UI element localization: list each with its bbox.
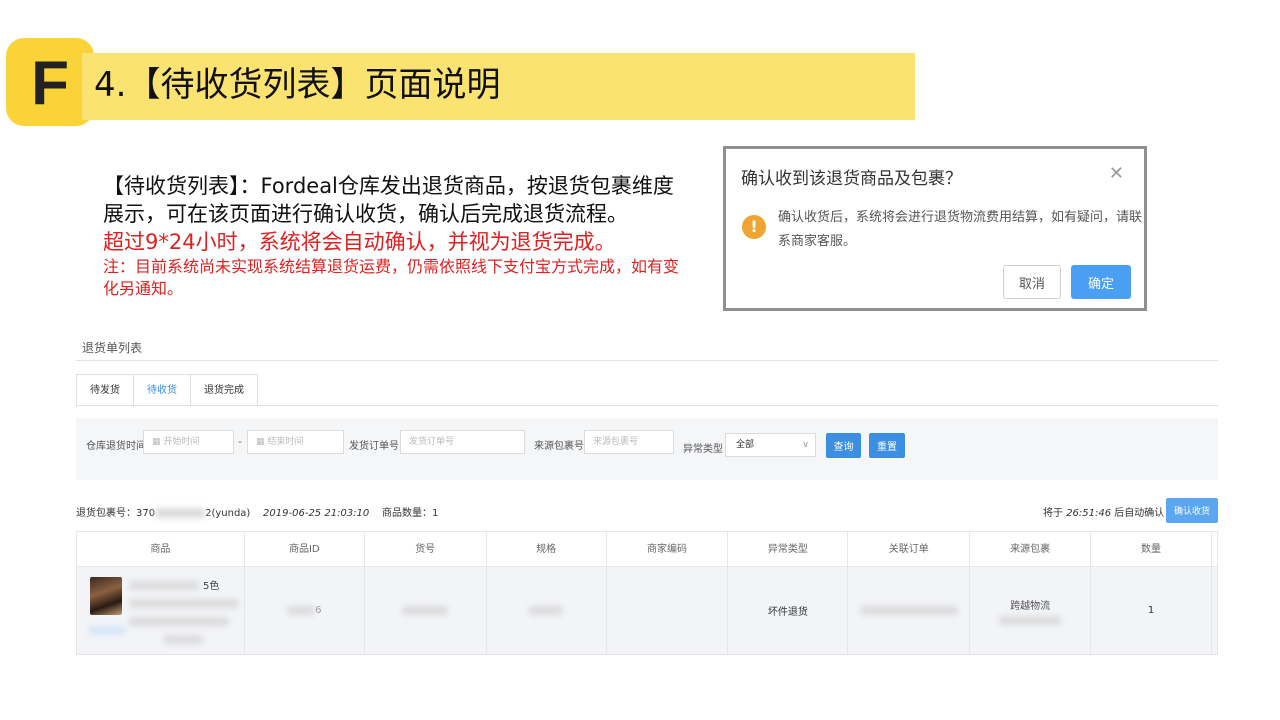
description-warning: 超过9*24小时，系统将会自动确认，并视为退货完成。 [103,230,616,254]
redacted-blur [155,508,206,518]
package-input[interactable]: 来源包裹号 [584,430,674,454]
col-exception-type: 异常类型 [728,532,849,566]
package-time: 2019-06-25 21:03:10 [263,508,370,519]
tab-pending-receipt[interactable]: 待收货 [133,374,190,406]
query-button[interactable]: 查询 [826,433,861,458]
confirm-dialog: 确认收到该退货商品及包裹？ ✕ ! 确认收货后，系统将会进行退货物流费用结算，如… [723,146,1147,311]
returns-table: 商品 商品ID 货号 规格 商家编码 异常类型 关联订单 来源包裹 数量 5色 … [76,531,1218,655]
redacted-blur [89,627,125,634]
cell-exception-type: 坏件退货 [728,567,849,654]
source-package-carrier: 跨越物流 [1010,600,1051,612]
ok-button[interactable]: 确定 [1071,265,1131,299]
redacted-blur [129,599,239,608]
package-qty: 商品数量：1 [381,508,439,519]
cell-spacer [1212,567,1218,654]
col-item-no: 货号 [365,532,487,566]
tab-return-complete[interactable]: 退货完成 [190,374,258,406]
cancel-button[interactable]: 取消 [1003,265,1061,299]
package-label: 来源包裹号 [534,441,584,452]
date-label: 仓库退货时间 [86,441,146,452]
slide-title: 4.【待收货列表】页面说明 [94,65,501,105]
panel-title: 退货单列表 [82,341,143,355]
col-linked-order: 关联订单 [848,532,971,566]
product-id-partial: 6 [315,605,322,616]
col-merchant-code: 商家编码 [607,532,729,566]
col-product: 商品 [77,532,245,566]
countdown: 26:51:46 [1066,508,1112,519]
warning-icon: ! [742,215,766,239]
cell-quantity: 1 [1091,567,1212,654]
tab-pending-shipment[interactable]: 待发货 [76,374,133,406]
description-main: 【待收货列表】：Fordeal仓库发出退货商品，按退货包裹维度展示，可在该页面进… [103,174,674,226]
dialog-message: 确认收货后，系统将会进行退货物流费用结算，如有疑问，请联系商家客服。 [778,210,1143,249]
auto-confirm-suffix: 后自动确认 [1114,508,1165,519]
redacted-blur [859,606,958,615]
redacted-blur [287,606,316,615]
confirm-receipt-button[interactable]: 确认收货 [1166,498,1218,523]
cell-source-package: 跨越物流 [970,567,1092,654]
col-source-package: 来源包裹 [970,532,1092,566]
reset-button[interactable]: 重置 [869,433,905,458]
end-date-input[interactable]: ▦ 结束时间 [247,430,344,454]
calendar-icon: ▦ [256,437,265,447]
type-select[interactable]: 全部 ∨ [725,433,816,457]
package-info: 退货包裹号：370 2(yunda) 2019-06-25 21:03:10 商品… [76,504,438,519]
redacted-blur [129,581,199,590]
type-label: 异常类型 [683,444,723,455]
package-no-suffix: 2(yunda) [205,508,251,519]
tabs-divider [76,405,1218,406]
cell-product-id: 6 [245,567,365,654]
type-select-value: 全部 [736,440,755,450]
calendar-icon: ▦ [152,437,161,447]
col-spacer [1212,532,1218,566]
cell-product: 5色 [77,567,245,654]
redacted-blur [163,635,203,644]
col-spec: 规格 [487,532,607,566]
table-header: 商品 商品ID 货号 规格 商家编码 异常类型 关联订单 来源包裹 数量 [76,531,1218,567]
chevron-down-icon: ∨ [802,440,809,450]
auto-confirm-prefix: 将于 [1043,508,1063,519]
logo-letter: F [31,49,69,118]
panel-divider [76,360,1218,361]
cell-item-no [365,567,487,654]
cell-merchant-code [607,567,729,654]
description-block: 【待收货列表】：Fordeal仓库发出退货商品，按退货包裹维度展示，可在该页面进… [103,172,683,300]
description-note: 注：目前系统尚未实现系统结算退货运费，仍需依照线下支付宝方式完成，如有变化另通知… [103,257,680,298]
redacted-blur [999,615,1062,625]
redacted-blur [129,617,229,626]
end-date-placeholder: 结束时间 [267,437,304,447]
cell-linked-order [848,567,971,654]
product-name-partial: 5色 [203,581,220,592]
package-no-prefix: 退货包裹号：370 [76,508,156,519]
order-label: 发货订单号 [349,441,399,452]
col-product-id: 商品ID [245,532,365,566]
redacted-blur [529,606,564,615]
col-quantity: 数量 [1091,532,1212,566]
start-date-placeholder: 开始时间 [163,437,200,447]
dialog-title: 确认收到该退货商品及包裹？ [741,169,962,189]
auto-confirm-note: 将于 26:51:46 后自动确认 [1043,504,1164,519]
logo-badge: F [6,38,94,126]
date-dash: - [238,435,242,448]
start-date-input[interactable]: ▦ 开始时间 [143,430,234,454]
tab-bar: 待发货 待收货 退货完成 [76,374,258,406]
order-input[interactable]: 发货订单号 [400,430,525,454]
close-icon[interactable]: ✕ [1109,165,1124,183]
cell-spec [487,567,607,654]
redacted-blur [402,606,449,615]
product-thumbnail [90,577,122,615]
filter-bar: 仓库退货时间 ▦ 开始时间 - ▦ 结束时间 发货订单号 发货订单号 来源包裹号 来… [76,418,1218,480]
table-row[interactable]: 5色 6 坏件退货 跨越物流 1 [76,567,1218,655]
